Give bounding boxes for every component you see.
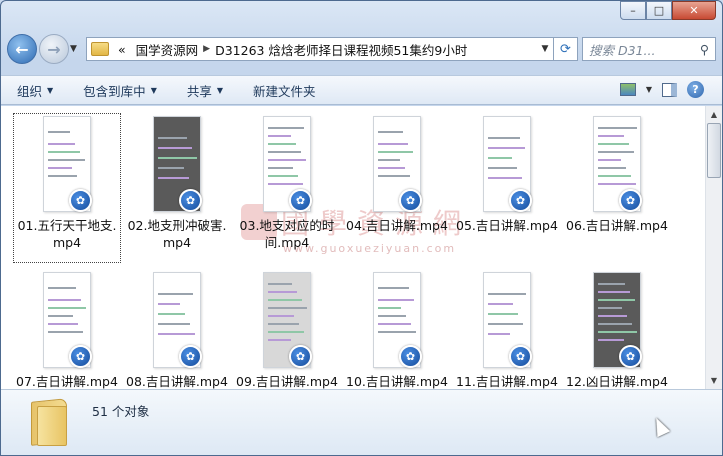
file-name-label: 11.吉日讲解.mp4 <box>456 374 558 389</box>
search-placeholder: 搜索 D31... <box>589 42 656 58</box>
preview-pane-icon[interactable] <box>662 82 677 97</box>
close-button[interactable]: ✕ <box>672 1 716 20</box>
file-name-label: 08.吉日讲解.mp4 <box>126 374 228 389</box>
maximize-button[interactable]: □ <box>646 1 672 20</box>
organize-menu[interactable]: 组织 ▼ <box>17 81 53 100</box>
media-player-icon: ✿ <box>289 345 312 368</box>
file-name-label: 05.吉日讲解.mp4 <box>456 218 558 233</box>
item-count: 51 个对象 <box>92 404 150 419</box>
back-arrow-icon: ← <box>15 39 29 59</box>
command-bar: 组织 ▼ 包含到库中 ▼ 共享 ▼ 新建文件夹 ▼ ? <box>1 75 722 105</box>
media-player-icon: ✿ <box>69 345 92 368</box>
breadcrumb-segment[interactable]: 国学资源网 <box>136 40 199 59</box>
details-pane: 51 个对象 <box>1 389 722 455</box>
folder-icon <box>91 42 109 56</box>
file-item[interactable]: ✿ 05.吉日讲解.mp4 <box>453 113 561 263</box>
change-view-icon[interactable] <box>619 83 636 96</box>
caption-buttons: – □ ✕ <box>620 1 716 20</box>
chevron-down-icon: ▼ <box>216 85 224 95</box>
new-folder-button[interactable]: 新建文件夹 <box>253 81 316 100</box>
refresh-button[interactable]: ⟳ <box>554 37 578 61</box>
file-item[interactable]: ✿ 01.五行天干地支. mp4 <box>13 113 121 263</box>
file-name-label: 10.吉日讲解.mp4 <box>346 374 448 389</box>
navigation-bar: ← → ▼ « 国学资源网 ▶ D31263 焓焓老师择日课程视频51集约9小时… <box>7 34 716 64</box>
file-name-label: 04.吉日讲解.mp4 <box>346 218 448 233</box>
file-name-label: 06.吉日讲解.mp4 <box>566 218 668 233</box>
media-player-icon: ✿ <box>289 189 312 212</box>
breadcrumb-segment[interactable]: D31263 焓焓老师择日课程视频51集约9小时 <box>215 40 467 59</box>
forward-button[interactable]: → <box>39 34 69 64</box>
folder-large-icon <box>29 398 71 446</box>
search-input[interactable]: 搜索 D31... ⚲ <box>582 37 716 61</box>
media-player-icon: ✿ <box>179 345 202 368</box>
media-player-icon: ✿ <box>619 345 642 368</box>
address-overflow-chevron[interactable]: « <box>118 42 126 57</box>
file-name-label: 01.五行天干地支. mp4 <box>17 218 117 250</box>
media-player-icon: ✿ <box>179 189 202 212</box>
file-item[interactable]: ✿ 04.吉日讲解.mp4 <box>343 113 451 263</box>
back-button[interactable]: ← <box>7 34 37 64</box>
forward-arrow-icon: → <box>47 39 61 59</box>
file-list-pane[interactable]: 國學資源網 www.guoxueziyuan.com ✿ 01.五行天干地支. m… <box>1 106 722 389</box>
view-dropdown-icon[interactable]: ▼ <box>646 85 652 94</box>
file-item[interactable]: ✿ 02.地支刑冲破害. mp4 <box>123 113 231 263</box>
chevron-down-icon: ▼ <box>150 85 157 95</box>
media-player-icon: ✿ <box>399 345 422 368</box>
explorer-window: – □ ✕ ← → ▼ « 国学资源网 ▶ D31263 焓焓老师择日课程视频5… <box>0 0 723 456</box>
vertical-scrollbar[interactable]: ▲ ▼ <box>705 106 722 389</box>
media-player-icon: ✿ <box>69 189 92 212</box>
breadcrumb-separator-icon[interactable]: ▶ <box>203 44 210 54</box>
file-item[interactable]: ✿ 06.吉日讲解.mp4 <box>563 113 671 263</box>
file-item[interactable]: ✿ 03.地支对应的时 间.mp4 <box>233 113 341 263</box>
file-name-label: 09.吉日讲解.mp4 <box>236 374 338 389</box>
media-player-icon: ✿ <box>619 189 642 212</box>
file-name-label: 03.地支对应的时 间.mp4 <box>239 218 335 250</box>
chevron-down-icon: ▼ <box>47 85 54 95</box>
file-name-label: 07.吉日讲解.mp4 <box>16 374 118 389</box>
file-name-label: 12.凶日讲解.mp4 <box>566 374 668 389</box>
search-icon: ⚲ <box>699 41 709 57</box>
address-bar[interactable]: « 国学资源网 ▶ D31263 焓焓老师择日课程视频51集约9小时 ▼ <box>86 37 554 61</box>
refresh-icon: ⟳ <box>560 41 571 57</box>
scroll-down-icon[interactable]: ▼ <box>706 372 722 389</box>
file-grid: ✿ 01.五行天干地支. mp4 ✿ 02.地支刑冲破害. mp4 ✿ 03.地支对应的时… <box>13 113 671 419</box>
address-dropdown-icon[interactable]: ▼ <box>537 44 553 54</box>
help-icon[interactable]: ? <box>687 81 704 98</box>
media-player-icon: ✿ <box>509 189 532 212</box>
file-name-label: 02.地支刑冲破害. mp4 <box>127 218 227 250</box>
include-in-library-menu[interactable]: 包含到库中 ▼ <box>83 81 157 100</box>
media-player-icon: ✿ <box>399 189 422 212</box>
media-player-icon: ✿ <box>509 345 532 368</box>
minimize-button[interactable]: – <box>620 1 646 20</box>
scroll-up-icon[interactable]: ▲ <box>706 106 722 123</box>
share-menu[interactable]: 共享 ▼ <box>187 81 223 100</box>
scrollbar-thumb[interactable] <box>707 123 721 178</box>
recent-pages-dropdown[interactable]: ▼ <box>70 44 82 54</box>
